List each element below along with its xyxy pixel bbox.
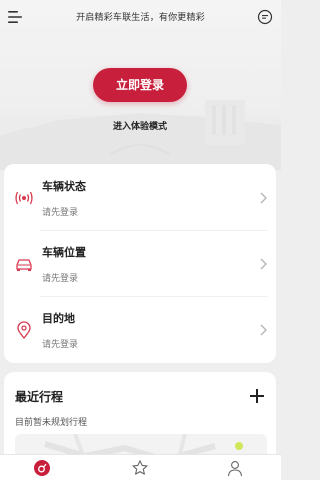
vehicle-card: 车辆状态 请先登录 车辆位置 请先登录 目的地 请先登录 xyxy=(4,164,276,363)
location-pin-icon xyxy=(17,321,31,340)
home-icon[interactable] xyxy=(33,459,51,477)
chevron-right-icon xyxy=(260,324,267,336)
message-icon[interactable] xyxy=(257,9,273,25)
vehicle-location-row[interactable]: 车辆位置 请先登录 xyxy=(4,230,276,296)
top-bar: 开启精彩车联生活，有你更精彩 xyxy=(0,0,281,34)
page-title: 开启精彩车联生活，有你更精彩 xyxy=(76,13,205,23)
vehicle-location-title: 车辆位置 xyxy=(42,246,86,259)
person-icon[interactable] xyxy=(226,459,244,477)
destination-title: 目的地 xyxy=(42,312,75,325)
destination-subtitle: 请先登录 xyxy=(42,340,79,350)
recent-trips-empty-text: 目前暂未规划行程 xyxy=(15,418,88,428)
star-icon[interactable] xyxy=(131,459,149,477)
vehicle-status-row[interactable]: 车辆状态 请先登录 xyxy=(4,164,276,230)
login-button[interactable]: 立即登录 xyxy=(93,68,187,102)
vehicle-signal-icon xyxy=(15,191,33,205)
chevron-right-icon xyxy=(260,192,267,204)
chevron-right-icon xyxy=(260,258,267,270)
vehicle-location-subtitle: 请先登录 xyxy=(42,274,79,284)
vehicle-status-title: 车辆状态 xyxy=(42,180,86,193)
hero-area: 开启精彩车联生活，有你更精彩 立即登录 进入体验模式 xyxy=(0,0,281,170)
destination-row[interactable]: 目的地 请先登录 xyxy=(4,296,276,362)
bottom-nav xyxy=(0,454,281,480)
menu-icon[interactable] xyxy=(7,9,23,25)
trial-mode-link[interactable]: 进入体验模式 xyxy=(80,119,200,132)
plus-icon[interactable] xyxy=(249,388,265,404)
recent-trips-title: 最近行程 xyxy=(15,390,64,404)
vehicle-status-subtitle: 请先登录 xyxy=(42,208,79,218)
hero-background-illustration xyxy=(0,100,281,170)
car-icon xyxy=(16,259,32,271)
